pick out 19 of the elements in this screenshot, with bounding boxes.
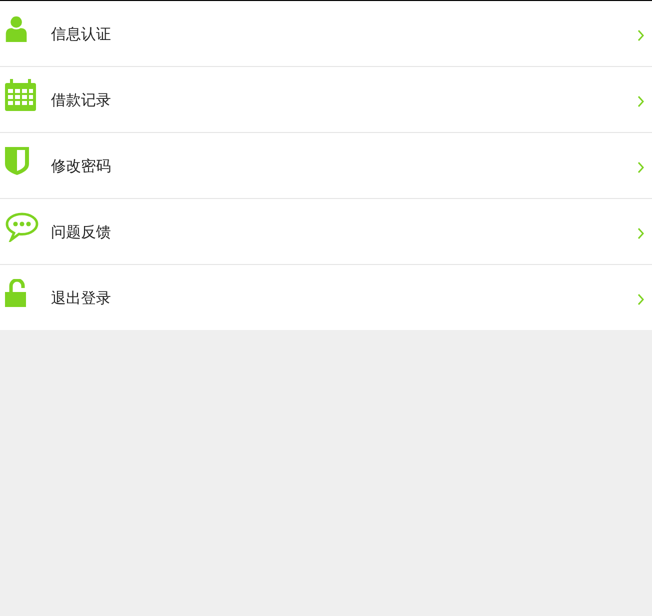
chevron-right-icon (638, 30, 644, 41)
menu-item[interactable]: 修改密码 (0, 133, 652, 199)
menu-item[interactable]: 借款记录 (0, 67, 652, 133)
menu-label: 借款记录 (51, 91, 112, 110)
menu-label: 退出登录 (51, 289, 112, 308)
speech-bubble-icon (5, 212, 39, 242)
chevron-right-icon (638, 228, 644, 239)
menu-item[interactable]: 退出登录 (0, 265, 652, 330)
calendar-icon (5, 78, 36, 110)
padlock-icon (5, 278, 27, 306)
shield-icon (5, 146, 29, 174)
chevron-right-icon (638, 96, 644, 107)
menu-label: 信息认证 (51, 25, 112, 44)
chevron-right-icon (638, 294, 644, 305)
menu-item[interactable]: 信息认证 (0, 1, 652, 67)
menu-item[interactable]: 问题反馈 (0, 199, 652, 265)
chevron-right-icon (638, 162, 644, 173)
menu-label: 问题反馈 (51, 223, 112, 242)
menu-label: 修改密码 (51, 157, 112, 176)
